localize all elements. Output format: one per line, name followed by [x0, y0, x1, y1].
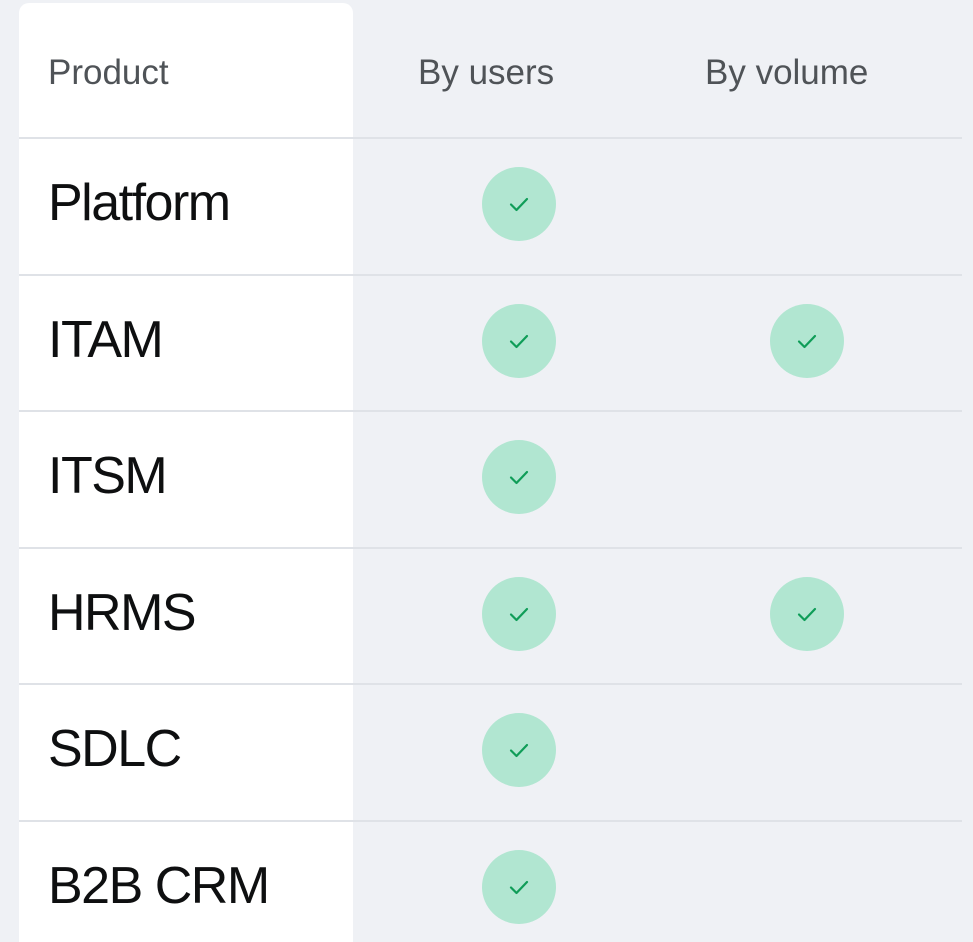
table-row: B2B CRM	[19, 820, 962, 942]
by-users-check-badge	[482, 850, 556, 924]
check-icon	[509, 334, 529, 349]
row-divider	[19, 274, 962, 276]
table-header: Product By users By volume	[19, 3, 962, 138]
table-row: Platform	[19, 137, 962, 273]
product-name: Platform	[48, 174, 231, 232]
by-users-check-badge	[482, 167, 556, 241]
header-by-volume: By volume	[705, 53, 869, 92]
row-divider	[19, 137, 962, 139]
check-icon	[797, 334, 817, 349]
check-icon	[509, 743, 529, 758]
row-divider	[19, 547, 962, 549]
product-name: ITAM	[48, 311, 164, 369]
by-users-check-badge	[482, 440, 556, 514]
table-row: ITAM	[19, 274, 962, 410]
by-users-check-badge	[482, 577, 556, 651]
table-row: HRMS	[19, 547, 962, 683]
product-name: B2B CRM	[48, 857, 270, 915]
product-name: SDLC	[48, 720, 182, 778]
product-name: HRMS	[48, 584, 197, 642]
header-product: Product	[48, 53, 169, 92]
product-name: ITSM	[48, 447, 168, 505]
check-icon	[509, 197, 529, 212]
table-row: ITSM	[19, 410, 962, 546]
check-icon	[509, 470, 529, 485]
header-by-users: By users	[418, 53, 555, 92]
check-icon	[797, 607, 817, 622]
by-volume-check-badge	[770, 577, 844, 651]
check-icon	[509, 880, 529, 895]
row-divider	[19, 683, 962, 685]
pricing-comparison-table: Product By users By volume Platform ITAM I…	[0, 0, 973, 942]
by-users-check-badge	[482, 304, 556, 378]
row-divider	[19, 410, 962, 412]
by-volume-check-badge	[770, 304, 844, 378]
row-divider	[19, 820, 962, 822]
by-users-check-badge	[482, 713, 556, 787]
table-row: SDLC	[19, 683, 962, 819]
check-icon	[509, 607, 529, 622]
